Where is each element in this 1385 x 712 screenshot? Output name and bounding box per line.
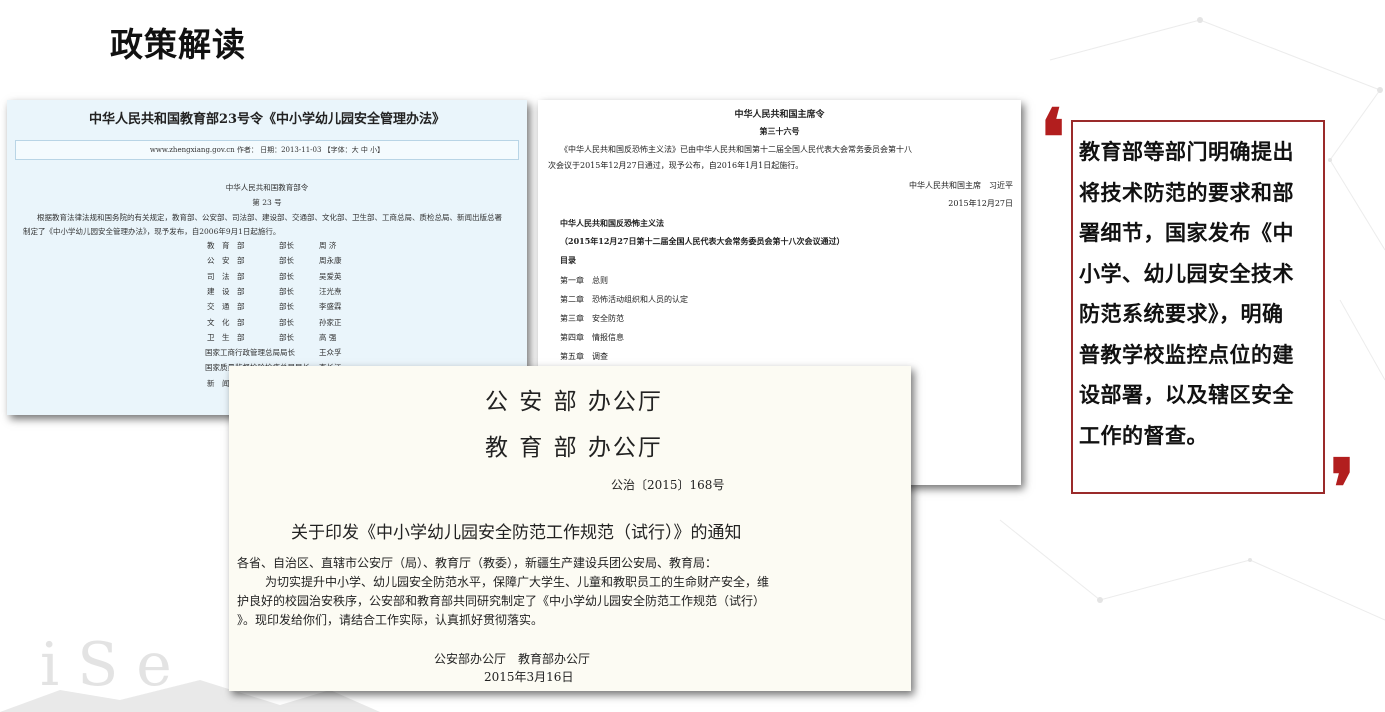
doc-a-signatory-role: 部长 [279, 271, 294, 281]
doc-a-signatory-name: 王众孚 [319, 348, 342, 358]
doc-c-para-3: 护良好的校园治安秩序，公安部和教育部共同研究制定了《中小学幼儿园安全防范工作规范… [237, 594, 766, 608]
doc-a-signatory-role: 部长 [279, 241, 294, 250]
doc-b-header-1: 中华人民共和国主席令 [734, 110, 825, 120]
doc-a-signatory-row: 教 育 部 部长 周 济 [7, 240, 527, 252]
doc-a-signatory-org: 卫 生 部 [207, 332, 245, 342]
doc-a-signatory-row: 国家工商行政管理总局局长 王众孚 [7, 347, 527, 359]
doc-b-sign-date: 2015年12月27日 [948, 199, 1013, 208]
doc-a-meta-bar: www.zhengxiang.gov.cn 作者： 日期：2013-11-03 … [15, 140, 519, 160]
doc-b-toc-label: 目录 [560, 255, 576, 265]
document-safety-notice-168: 公 安 部 办公厅 教 育 部 办公厅 公治〔2015〕168号 关于印发《中小… [229, 366, 911, 691]
doc-a-signatory-role: 部长 [279, 256, 294, 266]
doc-a-body-1: 根据教育法律法规和国务院的有关规定，教育部、公安部、司法部、建设部、交通部、文化… [37, 213, 502, 222]
doc-a-signatory-name: 周 济 [319, 241, 337, 250]
close-quote-icon: ❜ [1330, 443, 1356, 534]
doc-a-body-2: 制定了《中小学幼儿园安全管理办法》，现予发布，自2006年9月1日起施行。 [23, 227, 281, 236]
doc-c-para-1: 各省、自治区、直辖市公安厅（局）、教育厅（教委），新疆生产建设兵团公安局、教育局… [237, 556, 718, 570]
doc-a-signatory-role: 部长 [279, 317, 294, 327]
doc-a-signatory-org: 教 育 部 [207, 241, 245, 250]
doc-a-signatory-org: 文 化 部 [207, 317, 245, 327]
doc-b-law-title: 中华人民共和国反恐怖主义法 [560, 218, 664, 228]
quote-line: 将技术防范的要求和部 [1079, 180, 1294, 205]
doc-c-date: 2015年3月16日 [484, 670, 574, 684]
doc-a-signatory-role: 部长 [279, 286, 294, 296]
doc-a-header: 中华人民共和国教育部令 [225, 183, 309, 192]
doc-a-signatory-org: 建 设 部 [207, 286, 245, 296]
quote-line: 普教学校监控点位的建 [1079, 342, 1294, 367]
doc-b-body-2: 次会议于2015年12月27日通过，现予公布，自2016年1月1日起施行。 [548, 161, 804, 170]
doc-b-chapter: 第三章 安全防范 [560, 314, 624, 323]
doc-c-para-4: 》。现印发给你们，请结合工作实际，认真抓好贯彻落实。 [237, 613, 544, 627]
doc-a-signatory-row: 交 通 部 部长 李盛霖 [7, 301, 527, 313]
doc-a-signatory-name: 李盛霖 [319, 302, 342, 312]
doc-c-para-2: 为切实提升中小学、幼儿园安全防范水平，保障广大学生、儿童和教职员工的生命财产安全… [265, 575, 770, 589]
doc-a-signatory-name: 吴爱英 [319, 271, 342, 281]
doc-a-signatory-row: 卫 生 部 部长 高 强 [7, 332, 527, 344]
quote-line: 教育部等部门明确提出 [1079, 140, 1294, 164]
doc-a-signatory-org: 新 闻 [207, 378, 230, 388]
doc-a-signatory-name: 高 强 [319, 332, 337, 342]
doc-a-signatory-row: 建 设 部 部长 汪光焘 [7, 286, 527, 298]
doc-b-chapter: 第一章 总则 [560, 276, 608, 285]
doc-a-signatory-role: 部长 [279, 332, 294, 342]
doc-c-org-2: 教 育 部 办公厅 [485, 435, 663, 461]
doc-b-chapter: 第五章 调查 [560, 352, 608, 361]
quote-line: 工作的督查。 [1079, 423, 1208, 448]
page-title: 政策解读 [110, 25, 246, 64]
doc-a-title: 中华人民共和国教育部23号令《中小学幼儿园安全管理办法》 [88, 112, 446, 127]
quote-line: 署细节，国家发布《中 [1079, 221, 1294, 245]
doc-a-signatory-row: 司 法 部 部长 吴爱英 [7, 271, 527, 283]
doc-a-number: 第 23 号 [252, 198, 282, 207]
doc-a-signatory-role: 部长 [279, 302, 294, 312]
quote-line: 设部署，以及辖区安全 [1079, 383, 1294, 407]
doc-c-docno: 公治〔2015〕168号 [611, 478, 725, 492]
doc-b-sign: 中华人民共和国主席 习近平 [909, 181, 1013, 190]
doc-a-signatory-org: 司 法 部 [207, 271, 245, 281]
doc-b-chapter: 第四章 情报信息 [560, 333, 624, 342]
doc-b-law-subtitle: （2015年12月27日第十二届全国人民代表大会常务委员会第十八次会议通过） [560, 236, 845, 246]
doc-b-header-2: 第三十六号 [759, 126, 800, 136]
quote-line: 防范系统要求》，明确 [1079, 302, 1284, 326]
doc-a-signatory-name: 孙家正 [319, 317, 342, 327]
doc-a-signatory-name: 汪光焘 [319, 286, 342, 296]
quote-box: 教育部等部门明确提出 将技术防范的要求和部 署细节，国家发布《中 小学、幼儿园安… [1071, 120, 1325, 494]
doc-b-body-1: 《中华人民共和国反恐怖主义法》已由中华人民共和国第十二届全国人民代表大会常务委员… [560, 145, 912, 154]
doc-a-signatory-row: 公 安 部 部长 周永康 [7, 255, 527, 267]
quote-line: 小学、幼儿园安全技术 [1079, 261, 1294, 286]
doc-c-sign: 公安部办公厅 教育部办公厅 [434, 652, 591, 666]
doc-b-chapter: 第二章 恐怖活动组织和人员的认定 [560, 295, 688, 304]
doc-a-signatory-org: 国家工商行政管理总局局长 [205, 348, 295, 358]
doc-a-signatory-org: 公 安 部 [207, 256, 245, 266]
quote-text: 教育部等部门明确提出 将技术防范的要求和部 署细节，国家发布《中 小学、幼儿园安… [1079, 132, 1317, 456]
doc-c-title: 关于印发《中小学幼儿园安全防范工作规范（试行）》的通知 [291, 523, 742, 543]
doc-a-signatory-org: 交 通 部 [207, 302, 245, 312]
doc-c-org-1: 公 安 部 办公厅 [485, 389, 663, 415]
doc-a-signatory-row: 文 化 部 部长 孙家正 [7, 317, 527, 329]
doc-a-signatory-name: 周永康 [319, 256, 342, 266]
open-quote-icon: ❛ [1040, 93, 1066, 184]
